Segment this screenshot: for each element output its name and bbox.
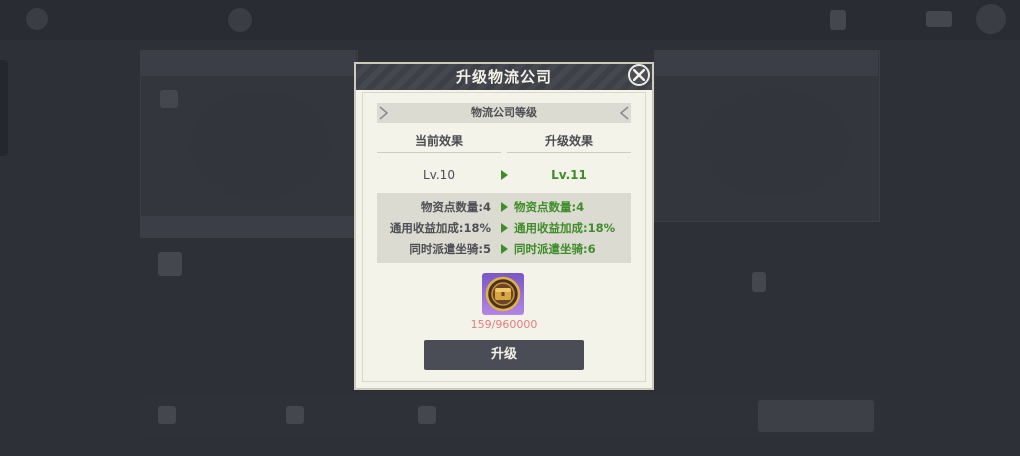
current-effect-supply-points: 物资点数量:4 [420,200,491,214]
dialog-header: 升级物流公司 [356,64,652,90]
chevron-left-icon [619,106,629,120]
treasure-chest-icon [485,276,521,312]
divider-left [377,152,501,153]
background-icon [158,252,182,276]
back-icon [26,8,48,30]
current-effect-header: 当前效果 [414,134,463,148]
effects-box: 物资点数量:4 物资点数量:4 通用收益加成:18% 通用收益加成:18% 同时… [377,193,631,263]
company-emblem-icon [228,8,252,32]
upgrade-company-dialog: 升级物流公司 物流公司等级 当前效果 升级效果 Lv.10 Lv.11 物资点数… [354,62,654,390]
background-top-bar [0,0,1020,40]
background-nav-icon-3 [418,406,436,424]
next-effect-income-bonus: 通用收益加成:18% [514,221,616,235]
current-effect-dispatch-mounts: 同时派遣坐骑:5 [409,242,491,256]
divider-right [507,152,631,153]
upgrade-cost-item[interactable] [482,273,524,315]
menu-icon [830,10,846,30]
section-title-banner: 物流公司等级 [377,103,631,123]
next-level: Lv.11 [551,168,587,182]
background-illustration-right [700,88,850,198]
next-effect-dispatch-mounts: 同时派遣坐骑:6 [514,242,596,256]
dialog-body: 物流公司等级 当前效果 升级效果 Lv.10 Lv.11 物资点数量:4 物资点… [362,92,646,382]
background-nav-icon-1 [158,406,176,424]
next-effect-supply-points: 物资点数量:4 [514,200,585,214]
close-x-icon [633,69,645,81]
background-illustration [190,90,330,200]
background-nav-icon-2 [286,406,304,424]
currency-icon [926,11,952,27]
play-arrow-icon [501,223,508,233]
upgrade-button[interactable]: 升级 [424,340,584,370]
background-card-left-header [140,50,356,76]
current-effect-income-bonus: 通用收益加成:18% [389,221,491,235]
section-title: 物流公司等级 [471,106,537,119]
background-lock-icon [752,272,766,292]
background-card-right-header [654,50,878,76]
background-strip [140,216,356,238]
avatar [976,4,1006,34]
dialog-title: 升级物流公司 [455,68,552,86]
next-effect-header: 升级效果 [544,134,593,148]
left-edge-tab [0,60,8,156]
close-button[interactable] [628,64,650,86]
play-arrow-icon [501,202,508,212]
background-badge-icon [160,90,178,108]
play-arrow-icon [501,244,508,254]
cost-text: 159/960000 [470,318,538,331]
chevron-right-icon [379,106,389,120]
current-level: Lv.10 [423,168,455,182]
background-action-button [758,400,874,432]
